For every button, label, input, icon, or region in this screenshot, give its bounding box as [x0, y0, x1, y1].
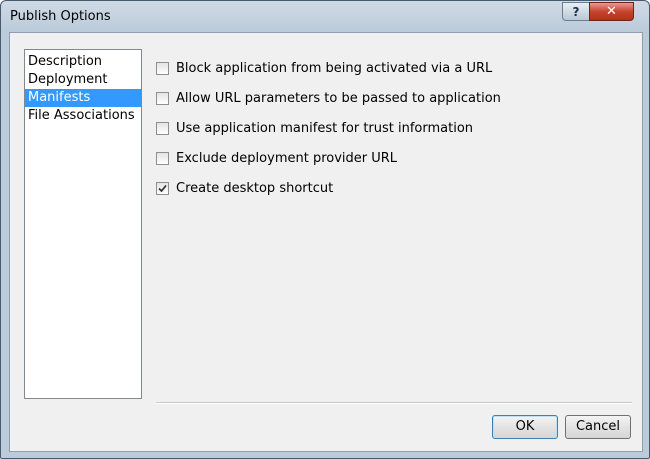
create-desktop-shortcut-checkbox[interactable]: [156, 182, 169, 195]
separator-line: [156, 402, 632, 404]
category-item-label: File Associations: [28, 108, 135, 123]
exclude-provider-url-checkbox[interactable]: [156, 152, 169, 165]
title-bar[interactable]: Publish Options ? ✕: [1, 1, 649, 33]
close-button[interactable]: ✕: [589, 2, 634, 21]
dialog-title: Publish Options: [10, 9, 111, 24]
publish-options-dialog: Publish Options ? ✕ Description Deployme…: [0, 0, 650, 459]
use-manifest-trust-checkbox[interactable]: [156, 122, 169, 135]
option-label: Create desktop shortcut: [176, 181, 334, 196]
category-item-label: Manifests: [28, 90, 91, 105]
block-url-activation-checkbox[interactable]: [156, 62, 169, 75]
help-button[interactable]: ?: [562, 2, 590, 21]
option-label: Use application manifest for trust infor…: [176, 121, 474, 136]
category-item-manifests[interactable]: Manifests: [25, 89, 141, 107]
allow-url-parameters-checkbox[interactable]: [156, 92, 169, 105]
checkmark-icon: [158, 184, 167, 193]
option-label: Exclude deployment provider URL: [176, 151, 398, 166]
category-item-deployment[interactable]: Deployment: [25, 71, 141, 89]
category-item-file-associations[interactable]: File Associations: [25, 107, 141, 125]
help-icon: ?: [572, 5, 580, 19]
ok-button[interactable]: OK: [492, 415, 558, 439]
option-label: Allow URL parameters to be passed to app…: [176, 91, 501, 106]
close-icon: ✕: [606, 4, 617, 19]
dialog-body: Description Deployment Manifests File As…: [9, 32, 643, 452]
category-item-description[interactable]: Description: [25, 53, 141, 71]
category-list[interactable]: Description Deployment Manifests File As…: [24, 49, 142, 399]
category-item-label: Description: [28, 54, 103, 69]
category-item-label: Deployment: [28, 72, 108, 87]
option-label: Block application from being activated v…: [176, 61, 493, 76]
cancel-button[interactable]: Cancel: [565, 415, 631, 439]
